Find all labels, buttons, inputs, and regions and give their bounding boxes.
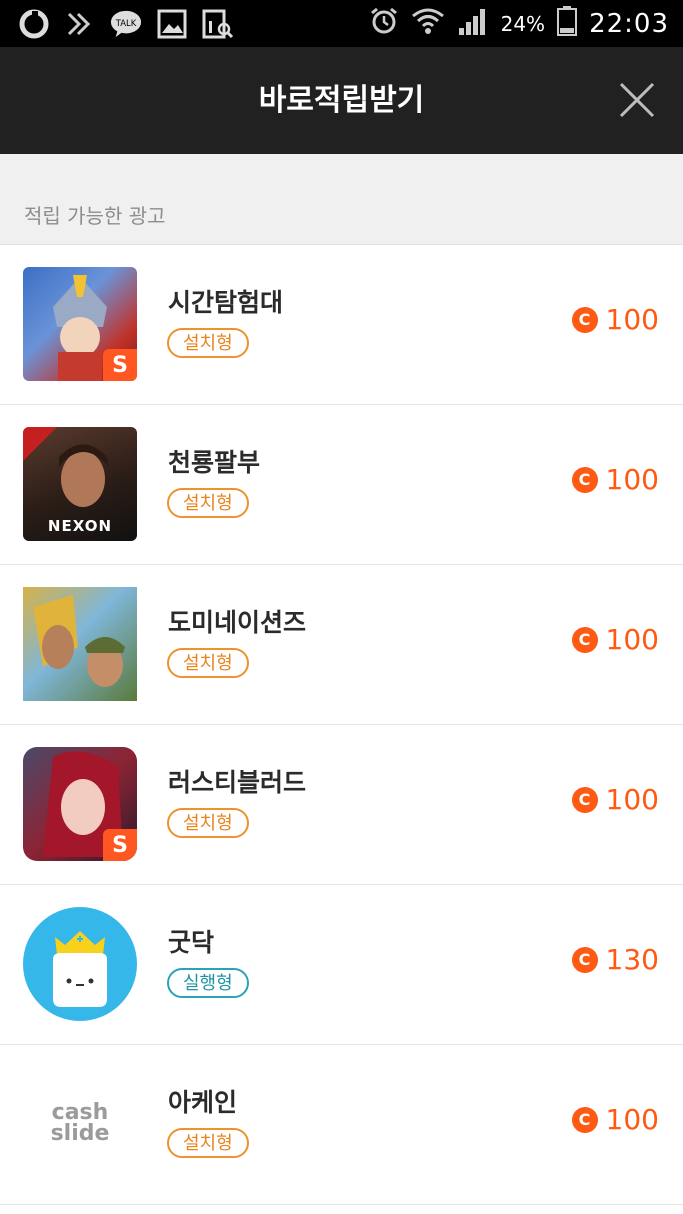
ad-name: 굿닥 xyxy=(168,928,215,957)
reward: C 100 xyxy=(571,783,659,816)
ad-name: 시간탐험대 xyxy=(168,288,284,317)
kakaotalk-icon: TALK xyxy=(110,8,142,40)
ad-type-badge: 설치형 xyxy=(167,1128,249,1158)
reward: C 100 xyxy=(571,623,659,656)
ad-item[interactable]: NEXON 천룡팔부 설치형 C 100 xyxy=(0,405,683,565)
brand-line1: cash xyxy=(51,1100,109,1125)
brand-label: NEXON xyxy=(47,517,113,535)
ad-name: 아케인 xyxy=(168,1088,238,1117)
coin-icon: C xyxy=(571,626,598,653)
forward-icon xyxy=(64,8,96,40)
store-s-icon: S xyxy=(103,829,137,861)
app-g-icon xyxy=(18,8,50,40)
signal-icon xyxy=(457,6,489,42)
coin-icon: C xyxy=(571,786,598,813)
ad-type-badge: 실행형 xyxy=(167,968,249,998)
store-s-icon: S xyxy=(103,349,137,381)
close-button[interactable] xyxy=(617,80,657,120)
goodoc-icon xyxy=(23,907,137,1021)
ad-type-badge: 설치형 xyxy=(167,648,249,678)
brand-line2: slide xyxy=(50,1121,110,1146)
cashslide-icon: cash slide xyxy=(23,1067,137,1181)
battery-percent: 24% xyxy=(500,12,546,36)
ad-name: 러스티블러드 xyxy=(168,768,307,797)
ad-item[interactable]: 굿닥 실행형 C 130 xyxy=(0,885,683,1045)
coin-icon: C xyxy=(571,1106,598,1133)
coin-icon: C xyxy=(571,306,598,333)
ad-name: 천룡팔부 xyxy=(168,448,261,477)
coin-icon: C xyxy=(571,466,598,493)
reward: C 100 xyxy=(571,1103,659,1136)
clock: 22:03 xyxy=(589,9,669,39)
ad-type-badge: 설치형 xyxy=(167,488,249,518)
image-icon xyxy=(156,8,188,40)
ad-item[interactable]: S 러스티블러드 설치형 C 100 xyxy=(0,725,683,885)
reward-value: 100 xyxy=(605,1103,659,1136)
battery-icon xyxy=(557,6,578,42)
reward-value: 100 xyxy=(605,463,659,496)
rusty-blood-icon: S xyxy=(23,747,137,861)
report-search-icon xyxy=(202,8,234,40)
coin-icon: C xyxy=(571,946,598,973)
reward-value: 100 xyxy=(605,623,659,656)
section-label: 적립 가능한 광고 xyxy=(24,204,166,228)
alarm-icon xyxy=(369,6,399,42)
header-bar: 바로적립받기 xyxy=(0,47,683,154)
page-title: 바로적립받기 xyxy=(258,83,425,118)
reward-value: 130 xyxy=(605,943,659,976)
ad-item[interactable]: 도미네이션즈 설치형 C 100 xyxy=(0,565,683,725)
reward: C 130 xyxy=(571,943,659,976)
ad-name: 도미네이션즈 xyxy=(168,608,307,637)
dominations-icon xyxy=(23,587,137,701)
reward: C 100 xyxy=(571,303,659,336)
ad-item[interactable]: S 시간탐험대 설치형 C 100 xyxy=(0,245,683,405)
ad-type-badge: 설치형 xyxy=(167,808,249,838)
section-header: 적립 가능한 광고 xyxy=(0,154,683,245)
status-bar: TALK 24% 22:03 xyxy=(0,0,683,47)
wifi-icon xyxy=(411,6,445,42)
close-icon xyxy=(619,82,655,118)
reward: C 100 xyxy=(571,463,659,496)
ad-item[interactable]: cash slide 아케인 설치형 C 100 xyxy=(0,1045,683,1205)
ad-type-badge: 설치형 xyxy=(167,328,249,358)
game-hero-icon: S xyxy=(23,267,137,381)
nexon-game-icon: NEXON xyxy=(23,427,137,541)
svg-text:TALK: TALK xyxy=(115,18,137,28)
reward-value: 100 xyxy=(605,783,659,816)
ad-list: S 시간탐험대 설치형 C 100 NEXON 천룡팔부 설치형 C 100 도… xyxy=(0,245,683,1205)
reward-value: 100 xyxy=(605,303,659,336)
